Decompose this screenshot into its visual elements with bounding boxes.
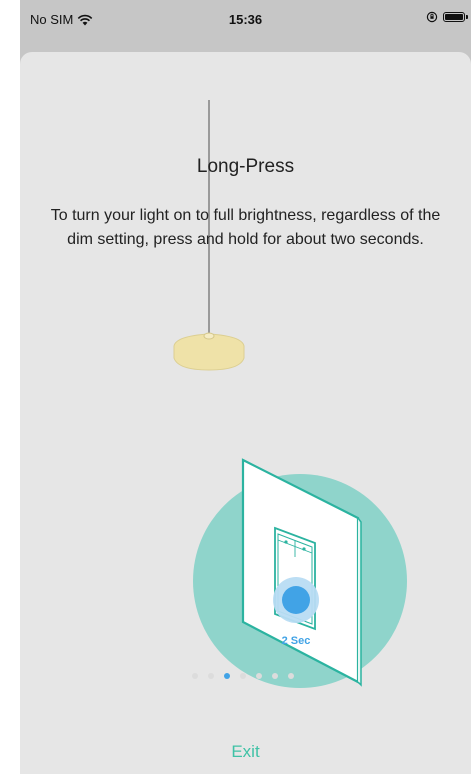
tutorial-sheet: Long-Press To turn your light on to full… (20, 52, 471, 774)
press-duration-label: 2 Sec (282, 635, 311, 647)
press-indicator (282, 586, 310, 614)
page-dot (192, 673, 198, 679)
exit-button[interactable]: Exit (20, 742, 471, 762)
page-indicator (192, 673, 294, 679)
page-title: Long-Press (196, 156, 295, 177)
page-description: To turn your light on to full brightness… (50, 207, 441, 248)
page-dot (240, 673, 246, 679)
page-dot (256, 673, 262, 679)
orientation-lock-icon (426, 11, 438, 23)
page-dot (224, 673, 230, 679)
app-screen: No SIM 15:36 Long-Press To turn your lig… (20, 0, 471, 774)
status-icons (426, 11, 468, 23)
status-bar: No SIM 15:36 (20, 0, 471, 44)
switch-illustration: 2 Sec (193, 458, 407, 688)
page-dot (208, 673, 214, 679)
status-time: 15:36 (228, 12, 263, 27)
ceiling-lamp-icon (173, 332, 245, 371)
page-dot (288, 673, 294, 679)
page-dot (272, 673, 278, 679)
battery-icon (443, 12, 468, 22)
